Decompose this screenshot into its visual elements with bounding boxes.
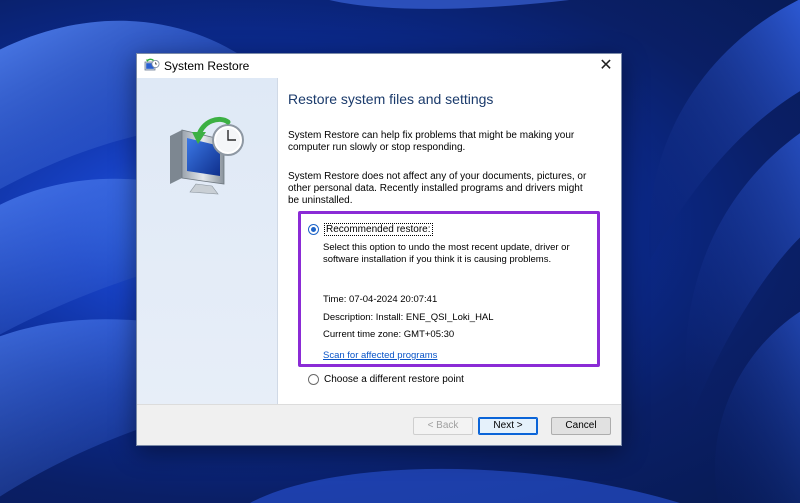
window-title: System Restore bbox=[164, 59, 250, 73]
intro-text: System Restore can help fix problems tha… bbox=[288, 130, 575, 153]
recommended-restore-option[interactable]: Recommended restore: bbox=[308, 223, 433, 236]
cancel-button[interactable]: Cancel bbox=[551, 417, 611, 435]
title-bar[interactable]: System Restore ✕ bbox=[137, 54, 621, 78]
system-restore-icon bbox=[144, 58, 160, 71]
current-time-zone: Current time zone: GMT+05:30 bbox=[323, 329, 455, 340]
next-button[interactable]: Next > bbox=[478, 417, 538, 435]
close-button[interactable]: ✕ bbox=[591, 54, 621, 78]
page-heading: Restore system files and settings bbox=[288, 91, 494, 107]
left-illustration-pane bbox=[137, 78, 278, 406]
back-button[interactable]: < Back bbox=[413, 417, 473, 435]
restore-description: Description: Install: ENE_QSI_Loki_HAL bbox=[323, 312, 494, 323]
different-restore-point-radio[interactable] bbox=[308, 374, 319, 385]
restore-time: Time: 07-04-2024 20:07:41 bbox=[323, 294, 438, 305]
recommended-restore-radio[interactable] bbox=[308, 224, 319, 235]
notice-text: System Restore does not affect any of yo… bbox=[288, 171, 587, 206]
button-bar: < Back Next > Cancel bbox=[137, 404, 621, 445]
scan-affected-programs-link[interactable]: Scan for affected programs bbox=[323, 350, 437, 361]
different-restore-point-option[interactable]: Choose a different restore point bbox=[308, 374, 464, 385]
content-pane: Restore system files and settings System… bbox=[288, 78, 621, 406]
different-restore-point-label[interactable]: Choose a different restore point bbox=[324, 374, 464, 385]
recommended-restore-description: Select this option to undo the most rece… bbox=[323, 242, 570, 265]
recommended-restore-label[interactable]: Recommended restore: bbox=[324, 223, 433, 236]
system-restore-dialog: System Restore ✕ Restore system files an… bbox=[136, 53, 622, 446]
computer-restore-clock-icon bbox=[170, 116, 244, 195]
